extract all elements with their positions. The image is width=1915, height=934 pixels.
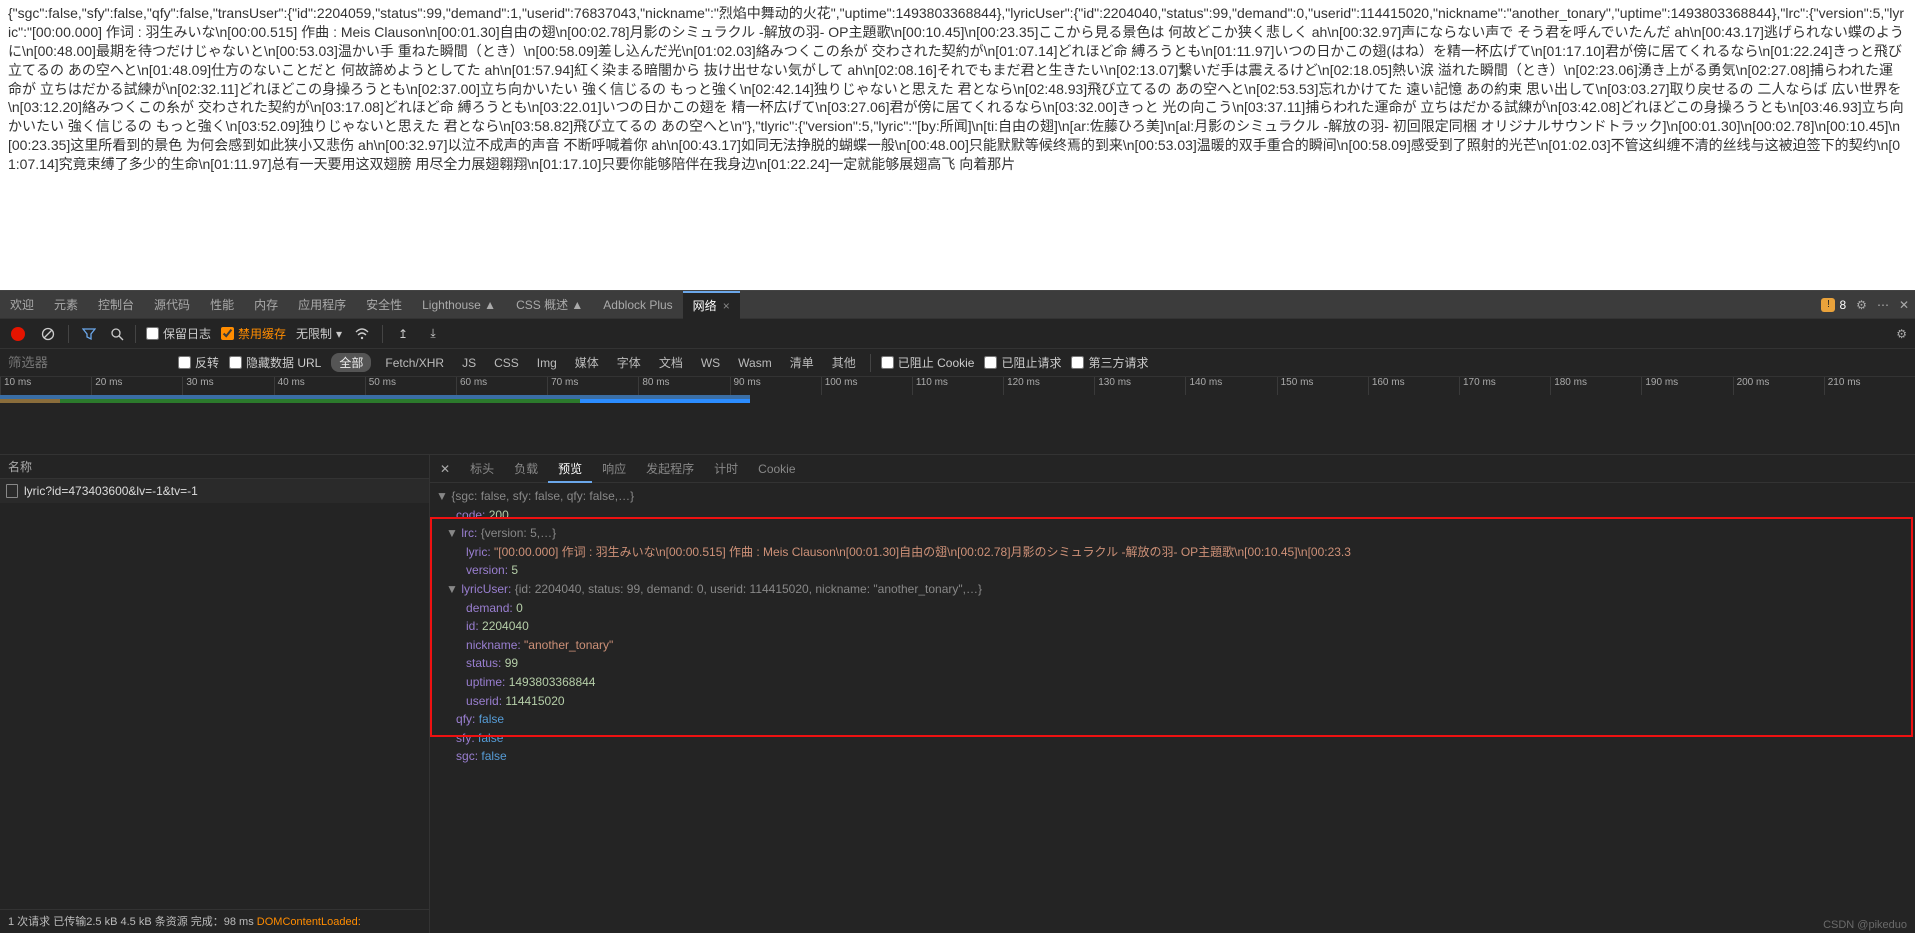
gear-icon[interactable]: ⚙	[1856, 298, 1867, 312]
tab-css-overview[interactable]: CSS 概述 ▲	[506, 291, 593, 319]
filter-img[interactable]: Img	[533, 356, 561, 370]
page-json-response: {"sgc":false,"sfy":false,"qfy":false,"tr…	[0, 0, 1915, 290]
ruler-tick: 170 ms	[1459, 377, 1550, 395]
status-bar: 1 次请求 已传输2.5 kB 4.5 kB 条资源 完成：98 ms DOMC…	[0, 909, 429, 933]
request-list: 名称 lyric?id=473403600&lv=-1&tv=-1 1 次请求 …	[0, 455, 430, 933]
tab-headers[interactable]: 标头	[460, 455, 504, 483]
tab-lighthouse[interactable]: Lighthouse ▲	[412, 291, 506, 319]
filter-icon[interactable]	[79, 324, 99, 344]
ruler-tick: 120 ms	[1003, 377, 1094, 395]
settings-icon[interactable]: ⚙	[1896, 327, 1907, 341]
tab-payload[interactable]: 负载	[504, 455, 548, 483]
tab-application[interactable]: 应用程序	[288, 291, 356, 319]
tab-sources[interactable]: 源代码	[144, 291, 200, 319]
close-devtools-icon[interactable]: ✕	[1899, 298, 1909, 312]
filter-font[interactable]: 字体	[613, 354, 645, 371]
request-detail: ✕ 标头 负载 预览 响应 发起程序 计时 Cookie ▼ {sgc: fal…	[430, 455, 1915, 933]
tab-network[interactable]: 网络×	[683, 291, 740, 319]
column-name-header[interactable]: 名称	[0, 455, 429, 479]
ruler-tick: 160 ms	[1368, 377, 1459, 395]
json-preview[interactable]: ▼ {sgc: false, sfy: false, qfy: false,…}…	[430, 483, 1915, 933]
ruler-tick: 200 ms	[1733, 377, 1824, 395]
filter-fetch[interactable]: Fetch/XHR	[381, 356, 448, 370]
hide-data-url-checkbox[interactable]: 隐藏数据 URL	[229, 354, 321, 371]
tab-timing[interactable]: 计时	[704, 455, 748, 483]
ruler-tick: 100 ms	[821, 377, 912, 395]
filter-manifest[interactable]: 清单	[786, 354, 818, 371]
timeline-overview[interactable]: 10 ms20 ms30 ms40 ms50 ms60 ms70 ms80 ms…	[0, 377, 1915, 455]
filter-wasm[interactable]: Wasm	[734, 356, 776, 370]
devtools-panel: 欢迎 元素 控制台 源代码 性能 内存 应用程序 安全性 Lighthouse …	[0, 290, 1915, 933]
watermark: CSDN @pikeduo	[1823, 919, 1907, 931]
tab-response[interactable]: 响应	[592, 455, 636, 483]
ruler-tick: 10 ms	[0, 377, 91, 395]
third-party-checkbox[interactable]: 第三方请求	[1071, 354, 1148, 371]
ruler-tick: 60 ms	[456, 377, 547, 395]
more-icon[interactable]: ⋯	[1877, 298, 1889, 312]
devtools-tab-bar: 欢迎 元素 控制台 源代码 性能 内存 应用程序 安全性 Lighthouse …	[0, 291, 1915, 319]
record-button[interactable]	[8, 324, 28, 344]
clear-button[interactable]	[38, 324, 58, 344]
tab-performance[interactable]: 性能	[200, 291, 244, 319]
blocked-cookie-checkbox[interactable]: 已阻止 Cookie	[881, 354, 975, 371]
file-icon	[6, 484, 18, 498]
close-detail-icon[interactable]: ✕	[430, 462, 460, 476]
filter-doc[interactable]: 文档	[655, 354, 687, 371]
tab-memory[interactable]: 内存	[244, 291, 288, 319]
wifi-icon[interactable]	[352, 324, 372, 344]
ruler-tick: 110 ms	[912, 377, 1003, 395]
filter-all[interactable]: 全部	[331, 353, 371, 372]
tab-adblock[interactable]: Adblock Plus	[593, 291, 682, 319]
tab-console[interactable]: 控制台	[88, 291, 144, 319]
ruler-tick: 70 ms	[547, 377, 638, 395]
throttling-select[interactable]: 无限制 ▾	[296, 325, 342, 342]
ruler-tick: 80 ms	[638, 377, 729, 395]
download-icon[interactable]: ⤓	[423, 324, 443, 344]
chevron-down-icon: ▾	[336, 327, 342, 341]
ruler-tick: 210 ms	[1824, 377, 1915, 395]
request-row[interactable]: lyric?id=473403600&lv=-1&tv=-1	[0, 479, 429, 503]
tab-elements[interactable]: 元素	[44, 291, 88, 319]
ruler-tick: 190 ms	[1641, 377, 1732, 395]
tab-welcome[interactable]: 欢迎	[0, 291, 44, 319]
ruler-tick: 90 ms	[730, 377, 821, 395]
ruler-tick: 150 ms	[1277, 377, 1368, 395]
ruler-tick: 20 ms	[91, 377, 182, 395]
blocked-req-checkbox[interactable]: 已阻止请求	[984, 354, 1061, 371]
ruler-tick: 180 ms	[1550, 377, 1641, 395]
filter-bar: 反转 隐藏数据 URL 全部 Fetch/XHR JS CSS Img 媒体 字…	[0, 349, 1915, 377]
ruler-tick: 40 ms	[274, 377, 365, 395]
close-icon[interactable]: ×	[723, 299, 730, 313]
filter-other[interactable]: 其他	[828, 354, 860, 371]
filter-ws[interactable]: WS	[697, 356, 724, 370]
upload-icon[interactable]: ↥	[393, 324, 413, 344]
network-toolbar: 保留日志 禁用缓存 无限制 ▾ ↥ ⤓ ⚙	[0, 319, 1915, 349]
tab-cookies[interactable]: Cookie	[748, 455, 805, 483]
ruler-tick: 50 ms	[365, 377, 456, 395]
filter-media[interactable]: 媒体	[571, 354, 603, 371]
warning-counter[interactable]: !8	[1821, 298, 1846, 312]
invert-checkbox[interactable]: 反转	[178, 354, 219, 371]
filter-css[interactable]: CSS	[490, 356, 523, 370]
search-icon[interactable]	[109, 326, 125, 342]
tab-security[interactable]: 安全性	[356, 291, 412, 319]
preserve-log-checkbox[interactable]: 保留日志	[146, 325, 211, 342]
tab-initiator[interactable]: 发起程序	[636, 455, 704, 483]
ruler-tick: 130 ms	[1094, 377, 1185, 395]
ruler-tick: 30 ms	[182, 377, 273, 395]
ruler-tick: 140 ms	[1185, 377, 1276, 395]
filter-input[interactable]	[8, 355, 168, 370]
disable-cache-checkbox[interactable]: 禁用缓存	[221, 325, 286, 342]
filter-js[interactable]: JS	[458, 356, 480, 370]
tab-preview[interactable]: 预览	[548, 455, 592, 483]
